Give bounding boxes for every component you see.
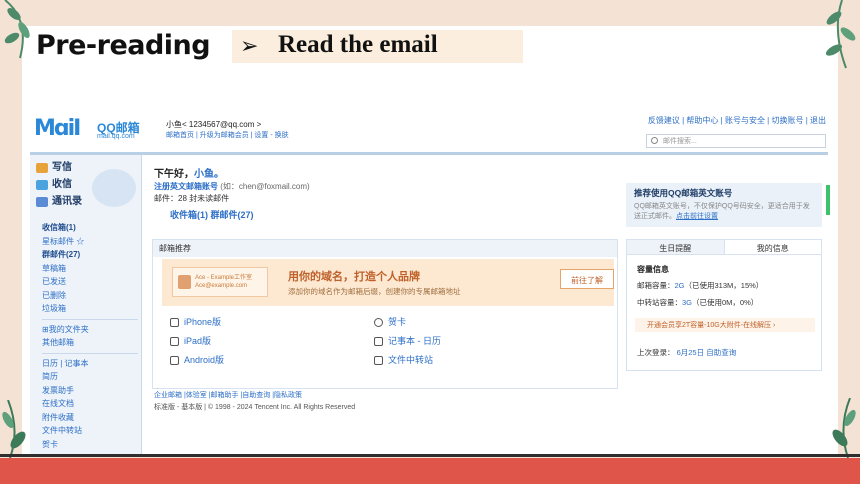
promo-title: 推荐使用QQ邮箱英文账号 [634, 188, 733, 198]
sidebar-item-other-mailbox[interactable]: 其他邮箱 [42, 336, 138, 350]
search-placeholder: 邮件搜索... [663, 138, 697, 145]
android-link[interactable]: Android版 [170, 351, 224, 370]
leaf-decoration-top-right [825, 0, 856, 69]
app-links-right: 贺卡 记事本 - 日历 文件中转站 [374, 313, 441, 370]
app-links-left: iPhone版 iPad版 Android版 [170, 313, 224, 370]
sidebar-item-drafts[interactable]: 草稿箱 [42, 262, 138, 276]
recommend-heading: 邮箱推荐 [153, 240, 617, 257]
sidebar-item-sent[interactable]: 已发送 [42, 275, 138, 289]
inbox-button[interactable]: 收信 [36, 176, 82, 193]
inbox-icon [36, 179, 48, 190]
tab-birthday[interactable]: 生日提醒 [627, 240, 724, 254]
search-icon [651, 137, 658, 144]
sidebar: 写信 收信 通讯录 收信箱(1) 星标邮件 ☆ 群邮件(27) 草稿箱 已发送 … [30, 155, 142, 456]
ipad-link[interactable]: iPad版 [170, 332, 224, 351]
english-account-promo: 推荐使用QQ邮箱英文账号 QQ邮箱英文账号，不仅保护QQ号码安全，更适合用于发送… [626, 183, 822, 227]
arrow-bullet-icon: ➢ [240, 34, 259, 59]
avatar-icon [178, 275, 191, 289]
sidebar-divider [42, 318, 138, 320]
slide-subtitle: Read the email [278, 31, 438, 58]
tab-my-info[interactable]: 我的信息 [723, 240, 821, 254]
sidebar-item-my-folders[interactable]: ⊞我的文件夹 [42, 323, 138, 337]
banner-card: Ace - Example工作室 Ace@example.com [172, 267, 268, 297]
vip-upgrade-link[interactable]: 开通会员享2T容量-10G大附件-在线解压 › [635, 318, 815, 332]
bottom-divider [0, 454, 860, 457]
sidebar-item-invoice[interactable]: 发票助手 [42, 384, 138, 398]
footer-copyright: 标准版 - 基本版 | © 1998 - 2024 Tencent Inc. A… [154, 404, 356, 411]
android-icon [170, 356, 179, 365]
contacts-button[interactable]: 通讯录 [36, 193, 82, 210]
tablet-icon [170, 337, 179, 346]
learn-more-button[interactable]: 前往了解 [560, 269, 614, 289]
banner-title: 用你的域名，打造个人品牌 [288, 271, 420, 283]
mascot-icon [92, 169, 136, 207]
sidebar-item-spam[interactable]: 垃圾箱 [42, 302, 138, 316]
subtitle-box: ➢ Read the email [232, 30, 523, 63]
mail-capacity: 邮箱容量：2G（已使用313M，15%） [637, 281, 764, 290]
transfer-icon [374, 356, 383, 365]
sidebar-divider [42, 352, 138, 354]
iphone-link[interactable]: iPhone版 [170, 313, 224, 332]
info-tabs: 生日提醒 我的信息 [627, 240, 821, 255]
footer-links[interactable]: 企业邮箱 |体验室 |邮箱助手 |自助查询 |隐私政策 [154, 390, 302, 400]
sidebar-item-group[interactable]: 群邮件(27) [42, 248, 138, 262]
sidebar-item-inbox[interactable]: 收信箱(1) [42, 221, 138, 235]
sidebar-item-resume[interactable]: 简历 [42, 370, 138, 384]
greeting: 下午好，小鱼。 [154, 169, 224, 180]
info-panel: 生日提醒 我的信息 容量信息 邮箱容量：2G（已使用313M，15%） 中转站容… [626, 239, 822, 371]
apple-icon [170, 318, 179, 327]
self-query-link[interactable]: 自助查询 [706, 348, 736, 357]
compose-icon [36, 162, 48, 173]
right-panel: 推荐使用QQ邮箱英文账号 QQ邮箱英文账号，不仅保护QQ号码安全，更适合用于发送… [626, 155, 830, 456]
sidebar-item-starred[interactable]: 星标邮件 ☆ [42, 235, 138, 249]
register-english-link[interactable]: 注册英文邮箱账号 (如：chen@foxmail.com) [154, 181, 310, 192]
sidebar-item-transfer[interactable]: 文件中转站 [42, 424, 138, 438]
bottom-bar [0, 458, 860, 484]
compose-button[interactable]: 写信 [36, 159, 82, 176]
file-transfer-link[interactable]: 文件中转站 [374, 351, 441, 370]
account-links[interactable]: 邮箱首页 | 升级为邮箱会员 | 设置 - 换肤 [166, 130, 289, 140]
sidebar-item-deleted[interactable]: 已删除 [42, 289, 138, 303]
promo-link[interactable]: 点击前往设置 [676, 213, 718, 220]
sidebar-actions: 写信 收信 通讯录 [36, 159, 82, 210]
transfer-capacity: 中转站容量：3G（已使用0M，0%） [637, 298, 759, 307]
sidebar-item-cards[interactable]: 贺卡 [42, 438, 138, 452]
capacity-heading: 容量信息 [637, 265, 669, 274]
contacts-icon [36, 196, 48, 207]
sidebar-item-calendar[interactable]: 日历 | 记事本 [42, 357, 138, 371]
unread-count: 邮件：28 封未读邮件 [154, 194, 230, 203]
inbox-summary-links[interactable]: 收件箱(1) 群邮件(27) [170, 208, 254, 221]
slide-title: Pre-reading [36, 30, 211, 61]
folder-list: 收信箱(1) 星标邮件 ☆ 群邮件(27) 草稿箱 已发送 已删除 垃圾箱 ⊞我… [42, 221, 138, 451]
account-name: 小鱼< 1234567@qq.com > [166, 120, 262, 129]
scrollbar[interactable] [826, 185, 830, 215]
mail-logo-url: mail.qq.com [97, 133, 135, 140]
search-input[interactable]: 邮件搜索... [646, 134, 826, 148]
calendar-icon [374, 337, 383, 346]
qq-mail-screenshot: MɑiI QQ邮箱 mail.qq.com 小鱼< 1234567@qq.com… [30, 110, 830, 456]
promo-text: QQ邮箱英文账号，不仅保护QQ号码安全，更适合用于发送正式邮件。点击前往设置 [634, 203, 810, 220]
greeting-card-link[interactable]: 贺卡 [374, 313, 441, 332]
banner-subtitle: 添加你的域名作为邮箱后缀，创建你的专属邮箱地址 [288, 287, 461, 296]
sidebar-item-attachments[interactable]: 附件收藏 [42, 411, 138, 425]
domain-banner[interactable]: Ace - Example工作室 Ace@example.com 用你的域名，打… [162, 259, 614, 306]
last-login: 上次登录： 6月25日 自助查询 [637, 348, 737, 357]
top-links[interactable]: 反馈建议 | 帮助中心 | 账号与安全 | 切换账号 | 退出 [648, 115, 826, 126]
notebook-link[interactable]: 记事本 - 日历 [374, 332, 441, 351]
mail-logo-icon[interactable]: MɑiI [34, 116, 81, 141]
main-panel: 下午好，小鱼。 注册英文邮箱账号 (如：chen@foxmail.com) 邮件… [148, 155, 618, 456]
sidebar-item-docs[interactable]: 在线文档 [42, 397, 138, 411]
heart-icon [374, 318, 383, 327]
